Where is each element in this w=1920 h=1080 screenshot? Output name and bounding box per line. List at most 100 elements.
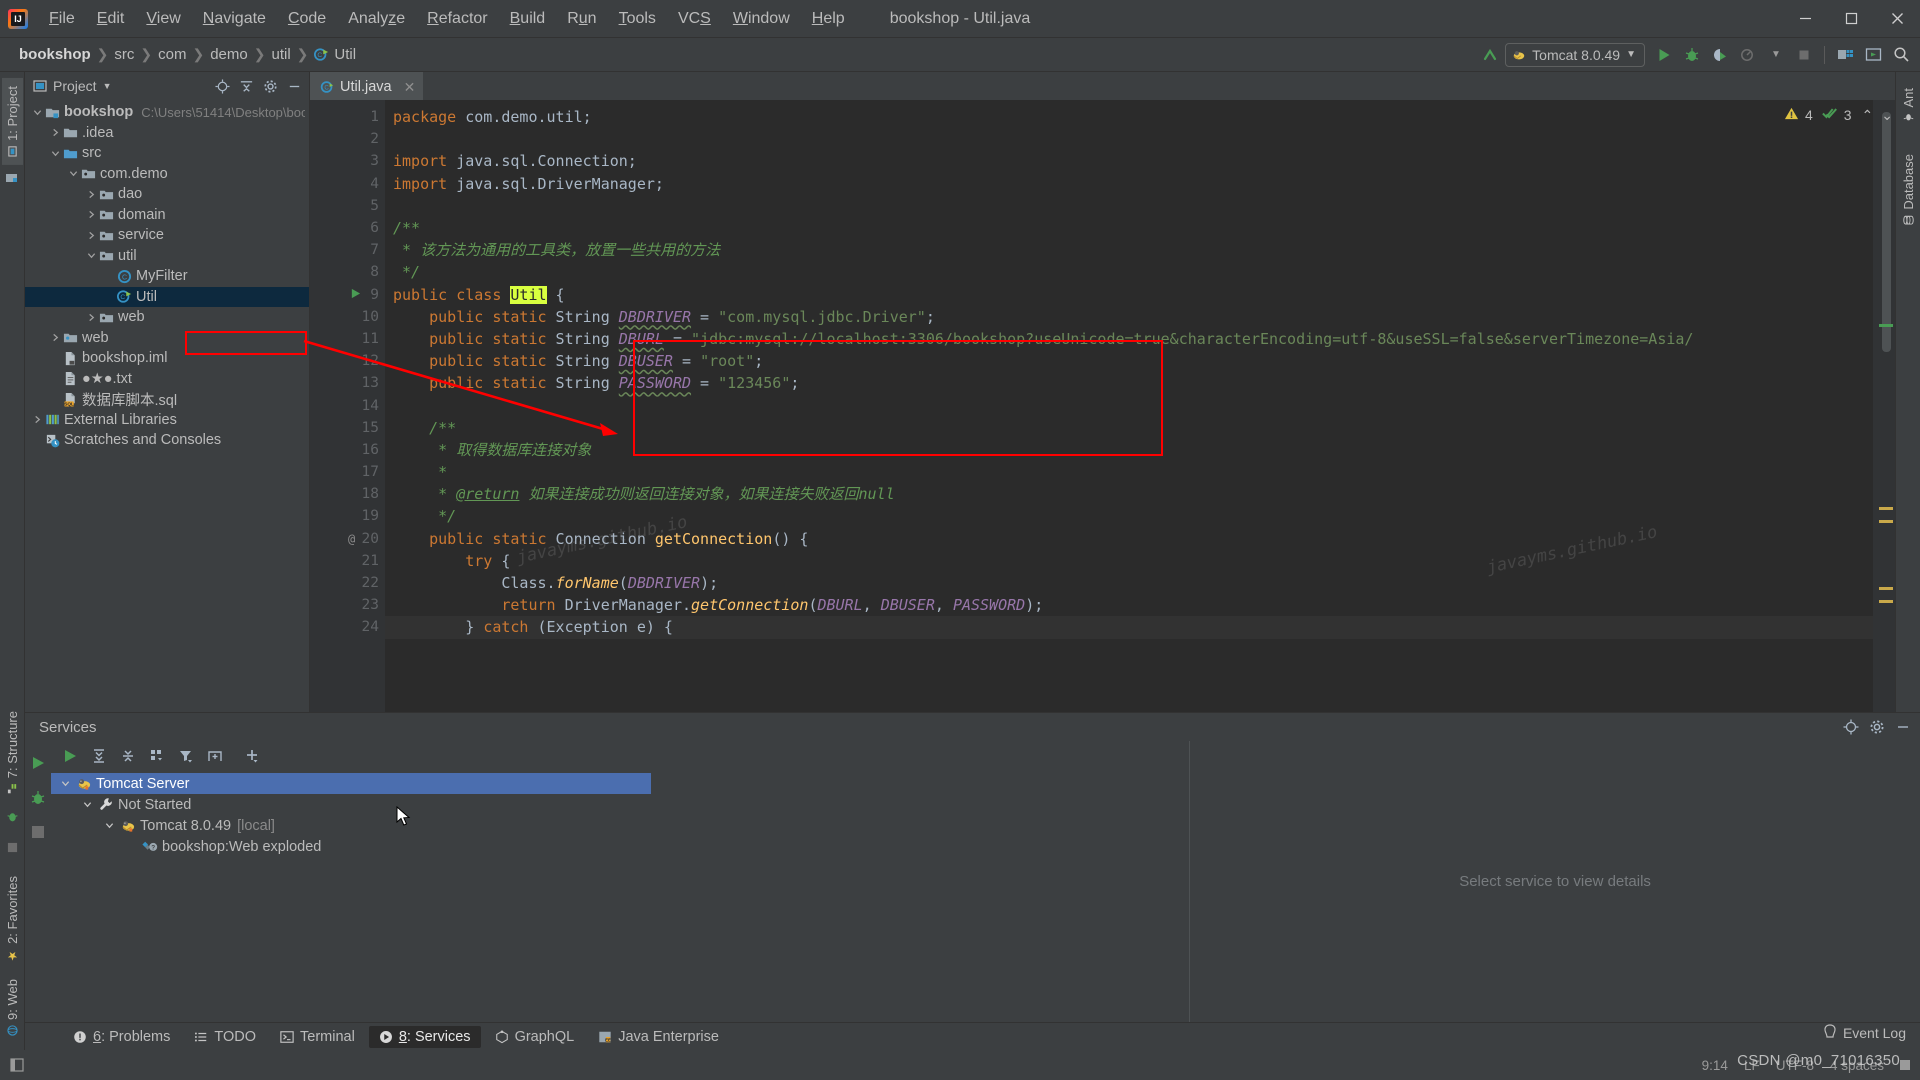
- add-tab-icon[interactable]: [202, 744, 228, 768]
- code-line-4[interactable]: import java.sql.DriverManager;: [385, 173, 1873, 195]
- gutter-line-2[interactable]: 2: [310, 128, 385, 150]
- editor-gutter[interactable]: 123⊟4⌐56⊟78⌐9101112131415⊟16171819⌐@20⊟2…: [310, 100, 393, 712]
- service-node-tomcat-server[interactable]: Tomcat Server: [51, 773, 651, 794]
- tree-node-util[interactable]: util: [25, 246, 309, 267]
- sidebar-tab-structure[interactable]: 7: Structure: [2, 703, 23, 802]
- project-structure-icon[interactable]: [1832, 42, 1858, 68]
- gutter-line-7[interactable]: 7: [310, 239, 385, 261]
- editor-scrollbar-area[interactable]: [1873, 100, 1895, 712]
- stop-icon[interactable]: [1791, 42, 1817, 68]
- search-everywhere-icon[interactable]: [1888, 42, 1914, 68]
- code-line-10[interactable]: public static String DBDRIVER = "com.mys…: [385, 306, 1873, 328]
- gutter-line-6[interactable]: 6⊟: [310, 217, 392, 239]
- chevron-right-icon[interactable]: [85, 190, 98, 199]
- chevron-down-icon[interactable]: ▼: [1763, 42, 1789, 68]
- code-line-9[interactable]: public class Util {: [385, 284, 1873, 306]
- run-icon[interactable]: [57, 744, 83, 768]
- gutter-line-9[interactable]: 9: [310, 284, 385, 306]
- chevron-right-icon[interactable]: [85, 231, 98, 240]
- editor-tab-util-java[interactable]: C Util.java ✕: [310, 72, 424, 100]
- code-line-12[interactable]: public static String DBUSER = "root";: [385, 350, 1873, 372]
- chevron-down-icon[interactable]: [81, 800, 94, 809]
- maximize-button[interactable]: [1828, 0, 1874, 38]
- code-line-16[interactable]: * 取得数据库连接对象: [385, 439, 1873, 461]
- chevron-down-icon[interactable]: [85, 251, 98, 260]
- run-with-coverage-icon[interactable]: [1707, 42, 1733, 68]
- tree-node-bookshop[interactable]: bookshop C:\Users\51414\Desktop\bool: [25, 102, 309, 123]
- expand-all-icon[interactable]: [86, 744, 112, 768]
- sidebar-tab-database[interactable]: Database: [1898, 146, 1919, 234]
- breadcrumb-item-bookshop[interactable]: bookshop: [14, 44, 96, 65]
- code-line-6[interactable]: /**: [385, 217, 1873, 239]
- show-tool-windows-icon[interactable]: [10, 1058, 32, 1072]
- tree-node-------sql[interactable]: SQL 数据库脚本.sql: [25, 389, 309, 410]
- menu-item-tools[interactable]: Tools: [608, 7, 667, 31]
- sidebar-tab-ant[interactable]: Ant: [1898, 80, 1919, 132]
- menu-item-edit[interactable]: Edit: [86, 7, 136, 31]
- group-by-icon[interactable]: [144, 744, 170, 768]
- gutter-line-17[interactable]: 17: [310, 461, 385, 483]
- gutter-line-1[interactable]: 1: [310, 106, 385, 128]
- gutter-line-15[interactable]: 15⊟: [310, 417, 393, 439]
- locate-icon[interactable]: [211, 75, 233, 97]
- toolwindow-tab-6--problems[interactable]: 6: Problems: [63, 1026, 180, 1048]
- locate-icon[interactable]: [1840, 716, 1862, 738]
- breadcrumb-item-src[interactable]: src: [109, 44, 139, 65]
- prev-highlight-icon[interactable]: ⌃: [1862, 107, 1874, 124]
- code-line-5[interactable]: [385, 195, 1873, 217]
- menu-item-vcs[interactable]: VCS: [667, 7, 722, 31]
- collapse-all-icon[interactable]: [235, 75, 257, 97]
- gutter-line-20[interactable]: @20⊟: [310, 528, 392, 550]
- project-tree[interactable]: bookshop C:\Users\51414\Desktop\bool .idea…: [25, 100, 309, 712]
- settings-gear-icon[interactable]: [1866, 716, 1888, 738]
- hide-icon[interactable]: [283, 75, 305, 97]
- menu-item-build[interactable]: Build: [499, 7, 557, 31]
- tree-node-src[interactable]: src: [25, 143, 309, 164]
- gutter-line-11[interactable]: 11: [310, 328, 385, 350]
- next-highlight-icon[interactable]: ⌄: [1881, 107, 1893, 124]
- menu-item-view[interactable]: View: [135, 7, 191, 31]
- toolwindow-tab-terminal[interactable]: Terminal: [270, 1026, 365, 1048]
- services-tree[interactable]: Tomcat Server Not Started Tomcat 8.0.49 [lo…: [51, 771, 1189, 1022]
- gutter-line-21[interactable]: 21⊟: [310, 550, 393, 572]
- chevron-down-icon[interactable]: [31, 108, 44, 117]
- code-line-13[interactable]: public static String PASSWORD = "123456"…: [385, 372, 1873, 394]
- chevron-down-icon[interactable]: [67, 169, 80, 178]
- chevron-down-icon[interactable]: [49, 149, 62, 158]
- code-line-17[interactable]: *: [385, 461, 1873, 483]
- menu-item-file[interactable]: File: [38, 7, 86, 31]
- chevron-down-icon[interactable]: [59, 779, 72, 788]
- run-configuration-selector[interactable]: Tomcat 8.0.49 ▼: [1505, 42, 1645, 67]
- tree-node-util[interactable]: C Util: [25, 286, 309, 307]
- close-icon[interactable]: ✕: [404, 79, 416, 96]
- toolwindow-tab-java-enterprise[interactable]: EE Java Enterprise: [588, 1026, 729, 1048]
- settings-gear-icon[interactable]: [259, 75, 281, 97]
- service-node-tomcat-8-0-49[interactable]: Tomcat 8.0.49 [local]: [51, 815, 1189, 836]
- code-text-area[interactable]: javayms.github.io javayms.github.io pack…: [385, 100, 1873, 712]
- chevron-right-icon[interactable]: [49, 128, 62, 137]
- debugger-strip-icon[interactable]: [6, 810, 19, 828]
- code-line-21[interactable]: try {: [385, 550, 1873, 572]
- gutter-line-3[interactable]: 3⊟: [310, 150, 392, 172]
- gutter-line-10[interactable]: 10: [310, 306, 385, 328]
- gutter-line-14[interactable]: 14: [310, 394, 385, 416]
- tree-node-scratches-and-consoles[interactable]: Scratches and Consoles: [25, 430, 309, 451]
- debug-icon[interactable]: [30, 790, 46, 811]
- code-line-19[interactable]: */: [385, 505, 1873, 527]
- menu-item-analyze[interactable]: Analyze: [337, 7, 416, 31]
- project-panel-title-group[interactable]: Project ▼: [33, 78, 112, 94]
- code-line-2[interactable]: [385, 128, 1873, 150]
- tree-node-domain[interactable]: domain: [25, 205, 309, 226]
- update-running-application-icon[interactable]: [1477, 42, 1503, 68]
- run-icon[interactable]: [1651, 42, 1677, 68]
- sidebar-tab-project[interactable]: 1: Project: [1, 78, 23, 165]
- tree-node--idea[interactable]: .idea: [25, 123, 309, 144]
- service-node-not-started[interactable]: Not Started: [51, 794, 1189, 815]
- tree-node-bookshop-iml[interactable]: bookshop.iml: [25, 348, 309, 369]
- gutter-line-24[interactable]: 24⌐: [310, 616, 393, 638]
- code-line-1[interactable]: package com.demo.util;: [385, 106, 1873, 128]
- filter-icon[interactable]: [173, 744, 199, 768]
- tree-node-com-demo[interactable]: com.demo: [25, 164, 309, 185]
- code-line-7[interactable]: * 该方法为通用的工具类，放置一些共用的方法: [385, 239, 1873, 261]
- code-line-22[interactable]: Class.forName(DBDRIVER);: [385, 572, 1873, 594]
